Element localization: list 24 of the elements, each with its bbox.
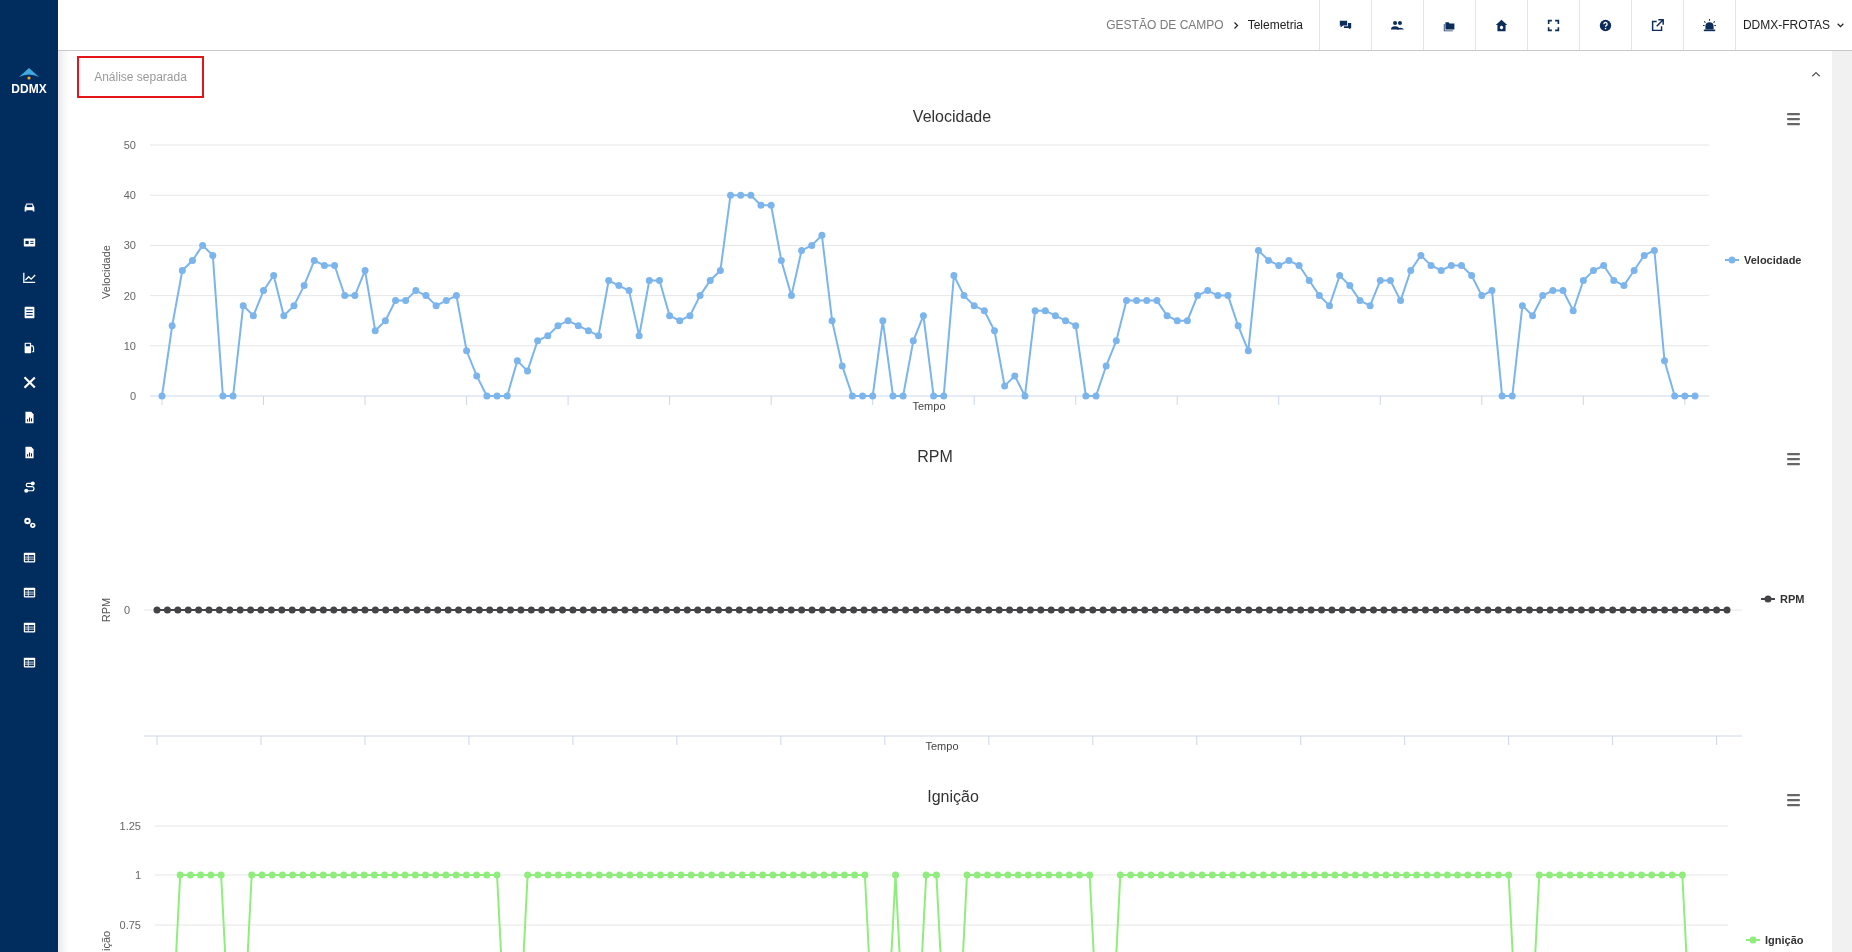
y-tick-label: 0.75 (119, 919, 141, 931)
x-axis-label: Tempo (912, 400, 946, 412)
y-tick-label: 10 (123, 339, 136, 352)
y-axis-label: Velocidade (100, 245, 112, 299)
y-axis-label: ição (100, 930, 112, 951)
y-tick-label: 1 (134, 869, 141, 881)
breadcrumb-current: Telemetria (1247, 17, 1303, 34)
logo-text: DDMX (11, 81, 47, 98)
y-tick-label: 1.25 (119, 820, 141, 832)
legend-item[interactable]: Ignição (1765, 934, 1804, 946)
y-tick-label: 0 (129, 390, 136, 402)
y-tick-label: 50 (123, 139, 136, 151)
y-tick-label: 30 (123, 239, 136, 252)
y-tick-label: 0 (123, 604, 130, 616)
y-tick-label: 20 (123, 289, 136, 302)
y-axis-label: RPM (100, 597, 112, 623)
legend-item[interactable]: RPM (1780, 593, 1805, 605)
y-tick-label: 40 (123, 189, 136, 202)
chart-title: RPM (917, 448, 953, 465)
breadcrumb-link[interactable]: GESTÃO DE CAMPO (1106, 16, 1224, 34)
x-axis-label: Tempo (925, 740, 959, 752)
chart-title: Velocidade (912, 108, 992, 125)
chart-title: Ignição (927, 788, 979, 805)
legend-item[interactable]: Velocidade (1744, 254, 1802, 266)
